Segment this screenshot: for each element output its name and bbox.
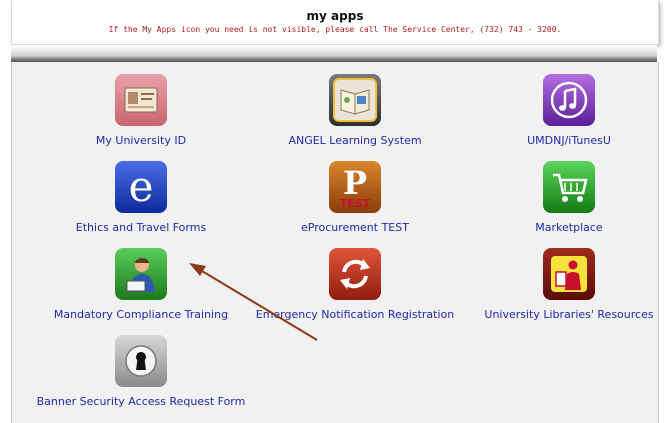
keyhole-icon — [115, 335, 167, 387]
shopping-cart-icon — [543, 161, 595, 213]
app-label[interactable]: Ethics and Travel Forms — [33, 221, 249, 234]
book-icon — [329, 74, 381, 126]
app-angel-learning-system[interactable]: ANGEL Learning System — [247, 74, 463, 147]
app-label[interactable]: Emergency Notification Registration — [247, 308, 463, 321]
id-card-icon — [115, 74, 167, 126]
app-label[interactable]: Marketplace — [461, 221, 670, 234]
app-marketplace[interactable]: Marketplace — [461, 161, 670, 234]
app-label[interactable]: eProcurement TEST — [247, 221, 463, 234]
music-note-icon — [543, 74, 595, 126]
app-label[interactable]: UMDNJ/iTunesU — [461, 134, 670, 147]
app-ethics-and-travel-forms[interactable]: e Ethics and Travel Forms — [33, 161, 249, 234]
library-reader-icon — [543, 248, 595, 300]
app-umdnj-itunesu[interactable]: UMDNJ/iTunesU — [461, 74, 670, 147]
app-emergency-notification-registration[interactable]: Emergency Notification Registration — [247, 248, 463, 321]
app-university-libraries-resources[interactable]: University Libraries' Resources — [461, 248, 670, 321]
app-eprocurement-test[interactable]: P TEST eProcurement TEST — [247, 161, 463, 234]
letter-p-test-icon: P TEST — [329, 161, 381, 213]
page-title: my apps — [306, 9, 364, 23]
app-label[interactable]: Banner Security Access Request Form — [33, 395, 249, 408]
app-label[interactable]: Mandatory Compliance Training — [33, 308, 249, 321]
refresh-arrows-icon — [329, 248, 381, 300]
app-my-university-id[interactable]: My University ID — [33, 74, 249, 147]
my-apps-header: my apps If the My Apps icon you need is … — [11, 0, 659, 45]
service-center-notice: If the My Apps icon you need is not visi… — [108, 25, 562, 34]
svg-text:TEST: TEST — [340, 197, 371, 210]
app-mandatory-compliance-training[interactable]: Mandatory Compliance Training — [33, 248, 249, 321]
app-label[interactable]: University Libraries' Resources — [461, 308, 670, 321]
svg-text:e: e — [129, 162, 154, 211]
app-banner-security-access-request-form[interactable]: Banner Security Access Request Form — [33, 335, 249, 408]
app-label[interactable]: My University ID — [33, 134, 249, 147]
letter-e-icon: e — [115, 161, 167, 213]
app-label[interactable]: ANGEL Learning System — [247, 134, 463, 147]
person-reading-icon — [115, 248, 167, 300]
header-divider — [11, 45, 657, 62]
